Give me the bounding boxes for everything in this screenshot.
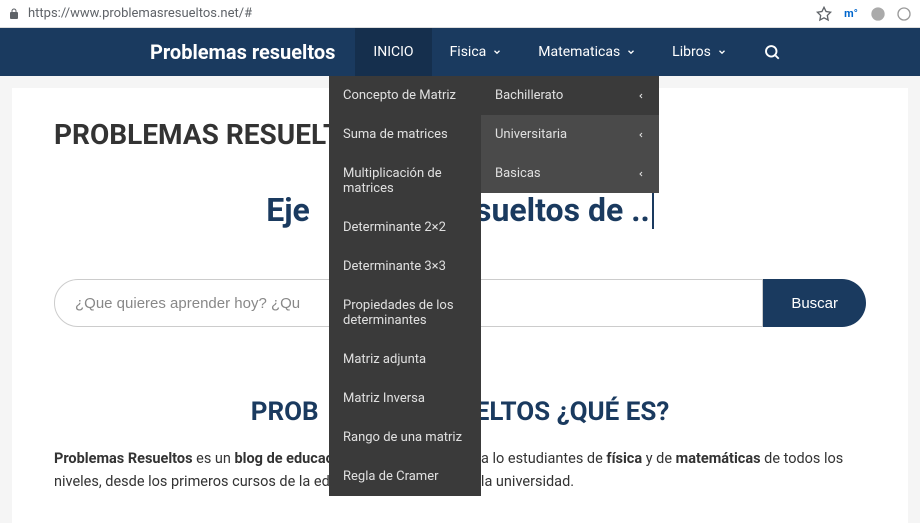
url-text[interactable]: https://www.problemasresueltos.net/# bbox=[28, 6, 808, 21]
main-navigation: Problemas resueltos INICIO Fisica Matema… bbox=[0, 28, 920, 76]
nav-search-button[interactable] bbox=[745, 28, 799, 76]
search-button[interactable]: Buscar bbox=[763, 279, 866, 327]
section-suffix: ELTOS ¿QUÉ ES? bbox=[475, 397, 670, 427]
dropdown-item-universitaria[interactable]: Universitaria bbox=[481, 115, 659, 154]
dropdown-item-label: Universitaria bbox=[495, 127, 567, 142]
dropdown-item-multiplicacion[interactable]: Multiplicación de matrices bbox=[329, 154, 481, 208]
nav-matematicas-label: Matematicas bbox=[538, 44, 620, 60]
dropdown-item-suma-matrices[interactable]: Suma de matrices bbox=[329, 115, 481, 154]
chevron-left-icon bbox=[637, 92, 645, 100]
browser-actions: m° bbox=[816, 6, 912, 22]
chevron-down-icon bbox=[492, 47, 502, 57]
nav-libros[interactable]: Libros bbox=[654, 28, 745, 76]
intro-bold: Problemas Resueltos bbox=[54, 450, 193, 467]
dropdown-item-concepto-matriz[interactable]: Concepto de Matriz bbox=[329, 76, 481, 115]
extension-icon[interactable] bbox=[896, 6, 912, 22]
dropdown-item-cramer[interactable]: Regla de Cramer bbox=[329, 457, 481, 496]
dropdown-item-inversa[interactable]: Matriz Inversa bbox=[329, 379, 481, 418]
brand-logo[interactable]: Problemas resueltos bbox=[150, 40, 335, 64]
dropdown-item-basicas[interactable]: Basicas bbox=[481, 154, 659, 193]
nav-libros-label: Libros bbox=[672, 44, 711, 60]
dropdown-item-det-3x3[interactable]: Determinante 3×3 bbox=[329, 247, 481, 286]
intro-bold: matemáticas bbox=[676, 450, 761, 467]
section-prefix: PROB bbox=[251, 397, 319, 427]
profile-icon[interactable] bbox=[870, 6, 886, 22]
dropdown-item-rango[interactable]: Rango de una matriz bbox=[329, 418, 481, 457]
chevron-down-icon bbox=[626, 47, 636, 57]
nav-inicio[interactable]: INICIO bbox=[355, 28, 431, 76]
nav-fisica[interactable]: Fisica bbox=[432, 28, 521, 76]
chevron-left-icon bbox=[637, 170, 645, 178]
chevron-down-icon bbox=[717, 47, 727, 57]
intro-bold: física bbox=[606, 450, 642, 467]
intro-text: y de bbox=[642, 450, 676, 467]
lock-icon bbox=[8, 8, 20, 20]
dropdown-matematicas: Bachillerato Universitaria Basicas bbox=[481, 76, 659, 193]
intro-text: es un bbox=[193, 450, 235, 467]
browser-address-bar: https://www.problemasresueltos.net/# m° bbox=[0, 0, 920, 28]
dropdown-item-propiedades[interactable]: Propiedades de los determinantes bbox=[329, 286, 481, 340]
dropdown-item-label: Basicas bbox=[495, 166, 541, 181]
nav-matematicas[interactable]: Matematicas bbox=[520, 28, 654, 76]
movistar-icon[interactable]: m° bbox=[842, 7, 860, 21]
chevron-left-icon bbox=[637, 131, 645, 139]
nav-inicio-label: INICIO bbox=[373, 44, 413, 60]
dropdown-item-adjunta[interactable]: Matriz adjunta bbox=[329, 340, 481, 379]
hero-suffix: sueltos de .. bbox=[475, 191, 654, 229]
dropdown-item-label: Bachillerato bbox=[495, 88, 563, 103]
hero-prefix: Eje bbox=[266, 191, 310, 229]
dropdown-item-det-2x2[interactable]: Determinante 2×2 bbox=[329, 208, 481, 247]
dropdown-matrices: Concepto de Matriz Suma de matrices Mult… bbox=[329, 76, 481, 496]
nav-fisica-label: Fisica bbox=[450, 44, 487, 60]
star-icon[interactable] bbox=[816, 6, 832, 22]
dropdown-item-bachillerato[interactable]: Bachillerato bbox=[481, 76, 659, 115]
